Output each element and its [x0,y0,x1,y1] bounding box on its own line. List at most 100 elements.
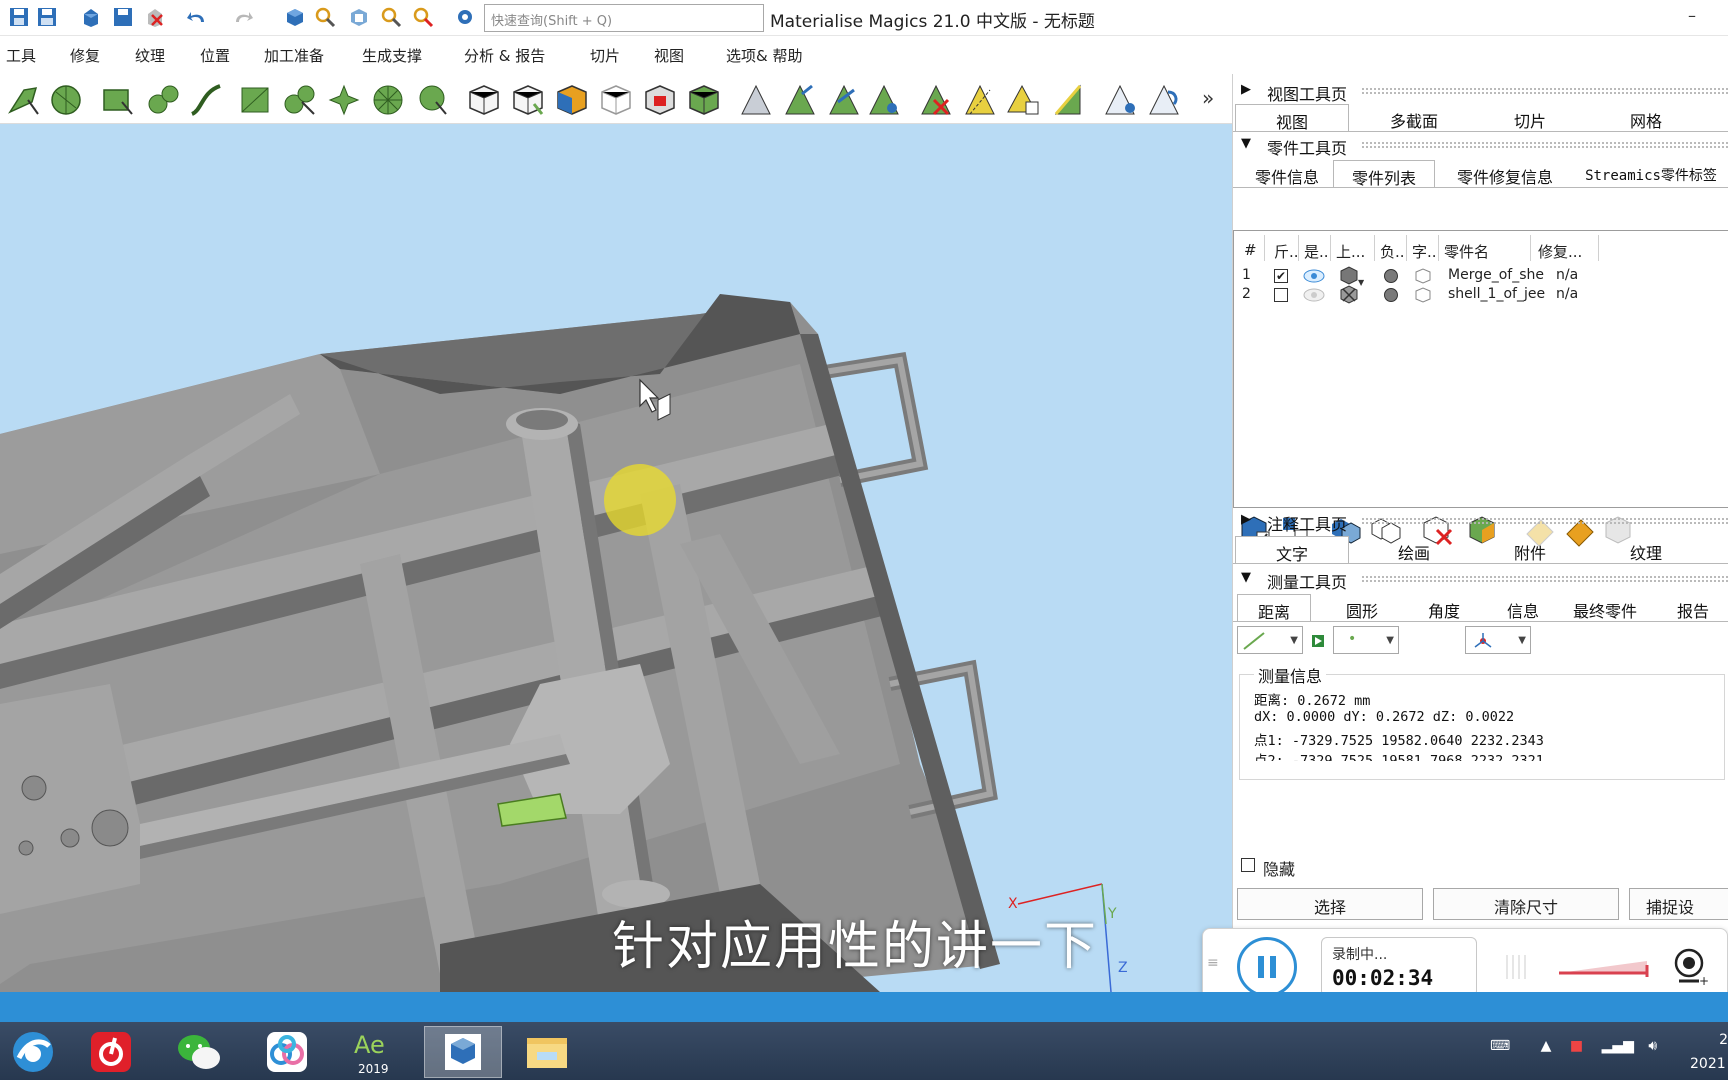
point-mode-dropdown[interactable]: • ▼ [1333,626,1399,654]
box-red-icon[interactable] [642,82,678,118]
pause-recording-button[interactable] [1237,937,1297,997]
triangle-blue-icon[interactable] [782,82,818,118]
unload-part-icon[interactable] [144,6,166,28]
collapse-arrow-icon[interactable]: ▶ [1241,82,1251,97]
volume-icon[interactable]: 🔊︎ [1648,1038,1657,1054]
network-signal-icon[interactable]: ▂▄▆ [1602,1038,1634,1054]
mark-shell-icon[interactable] [146,82,182,118]
tab-part-info[interactable]: 零件信息 [1237,160,1337,188]
annotation-toolbar-header[interactable]: ▶ 注释工具页 [1233,508,1728,534]
col-upper[interactable]: 上... [1336,241,1365,262]
menu-tools[interactable]: 工具 [6,45,36,66]
tab-part-list[interactable]: 零件列表 [1333,160,1435,188]
3d-viewport[interactable]: X Y Z 针对应用性的讲一下 [0,124,1232,992]
ribbon-overflow-button[interactable]: » [1202,86,1214,110]
measure-toolbar-header[interactable]: ▼ 测量工具页 [1233,566,1728,592]
hide-checkbox[interactable] [1241,858,1255,872]
mark-contour-icon[interactable] [188,82,224,118]
row-2-part-name[interactable]: shell_1_of_jee [1448,286,1545,302]
row-1-checkbox[interactable]: ✔ [1274,269,1288,283]
wechat-icon[interactable] [168,1026,230,1078]
webcam-icon[interactable]: + [1673,947,1709,987]
menu-view[interactable]: 视图 [654,45,684,66]
tab-mesh[interactable]: 网格 [1589,104,1703,132]
netease-music-icon[interactable] [80,1026,142,1078]
zoom-part-icon[interactable] [314,6,336,28]
quick-search-input[interactable]: 快速查询(Shift + Q) [484,4,764,32]
expand-arrow-icon[interactable]: ▼ [1241,570,1251,585]
triangle-copy-icon[interactable] [1006,82,1042,118]
system-clock[interactable]: 2 2021 [1690,1028,1728,1076]
eye-hidden-icon[interactable] [1302,286,1326,304]
col-number[interactable]: # [1244,241,1257,259]
tab-circle[interactable]: 圆形 [1327,594,1397,622]
play-marker-icon[interactable] [1311,634,1325,648]
minimize-button[interactable]: – [1688,6,1696,25]
save-part-icon[interactable] [112,6,134,28]
menu-slice[interactable]: 切片 [590,45,620,66]
3d-model-render[interactable]: X Y Z [0,124,1232,992]
eye-visible-icon[interactable] [1302,267,1326,285]
box-outline-icon[interactable] [598,82,634,118]
snap-button[interactable]: 捕捉设 [1629,888,1728,920]
tab-final-part[interactable]: 最终零件 [1559,594,1651,622]
import-part-icon[interactable] [80,6,102,28]
select-button[interactable]: 选择 [1237,888,1423,920]
col-repair[interactable]: 修复... [1538,241,1582,262]
triangle-refresh-icon[interactable] [1146,82,1182,118]
volume-slider[interactable] [1557,959,1653,979]
mark-triangle-icon[interactable] [6,82,42,118]
drag-handle-icon[interactable]: ≡ [1207,955,1219,971]
tab-info[interactable]: 信息 [1493,594,1553,622]
triangle-delete-icon[interactable] [918,82,954,118]
row-1-part-name[interactable]: Merge_of_she [1448,267,1544,283]
triangle-grow-icon[interactable] [866,82,902,118]
tab-slice[interactable]: 切片 [1473,104,1587,132]
after-effects-icon[interactable]: Ae 2019 [344,1026,406,1078]
undo-icon[interactable] [186,6,208,28]
tray-expand-icon[interactable]: ▲ [1541,1038,1552,1054]
mark-surface-icon[interactable] [48,82,84,118]
mark-plane-icon[interactable] [100,82,136,118]
col-visible[interactable]: 是.. [1304,241,1329,262]
tab-attachment[interactable]: 附件 [1473,536,1587,564]
baidu-netdisk-icon[interactable] [256,1026,318,1078]
box-unmark-icon[interactable] [466,82,502,118]
tab-drawing[interactable]: 绘画 [1357,536,1471,564]
col-negative[interactable]: 负.. [1380,241,1405,262]
tab-distance[interactable]: 距离 [1237,594,1311,622]
part-cube-crossed-icon[interactable] [1338,284,1364,306]
triangle-invert-icon[interactable] [962,82,998,118]
save-all-icon[interactable] [36,6,58,28]
zoom-selection-icon[interactable] [412,6,434,28]
row-2-checkbox[interactable] [1274,288,1288,302]
collapse-arrow-icon[interactable]: ▶ [1241,512,1251,527]
file-explorer-icon[interactable] [512,1026,582,1078]
triangle-edge-icon[interactable] [1050,82,1086,118]
col-text[interactable]: 字.. [1412,241,1437,262]
col-part-name[interactable]: 零件名 [1444,241,1489,262]
expand-arrow-icon[interactable]: ▼ [1241,136,1251,151]
tab-view[interactable]: 视图 [1235,104,1349,132]
browser-icon[interactable] [2,1026,64,1078]
tab-multi-section[interactable]: 多截面 [1357,104,1471,132]
tab-report[interactable]: 报告 [1663,594,1723,622]
mark-noise-icon[interactable] [326,82,362,118]
measure-type-dropdown[interactable]: ▼ [1237,626,1303,654]
settings-gear-icon[interactable] [454,6,476,28]
menu-build-prep[interactable]: 加工准备 [264,45,324,66]
view-cube-icon[interactable] [284,6,306,28]
mark-cylinder-icon[interactable] [414,82,450,118]
clear-dimensions-button[interactable]: 清除尺寸 [1433,888,1619,920]
snap-mode-dropdown[interactable]: ▼ [1465,626,1531,654]
menu-repair[interactable]: 修复 [70,45,100,66]
view-toolbar-header[interactable]: ▶ 视图工具页 [1233,78,1728,104]
tab-part-repair-info[interactable]: 零件修复信息 [1445,160,1565,188]
menu-texture[interactable]: 纹理 [135,45,165,66]
save-icon[interactable] [8,6,30,28]
mark-overhang-icon[interactable] [238,82,274,118]
zoom-all-icon[interactable] [348,6,370,28]
menu-analysis-report[interactable]: 分析 & 报告 [464,45,545,66]
box-colored-icon[interactable] [554,82,590,118]
security-icon[interactable]: ■ [1570,1038,1583,1054]
